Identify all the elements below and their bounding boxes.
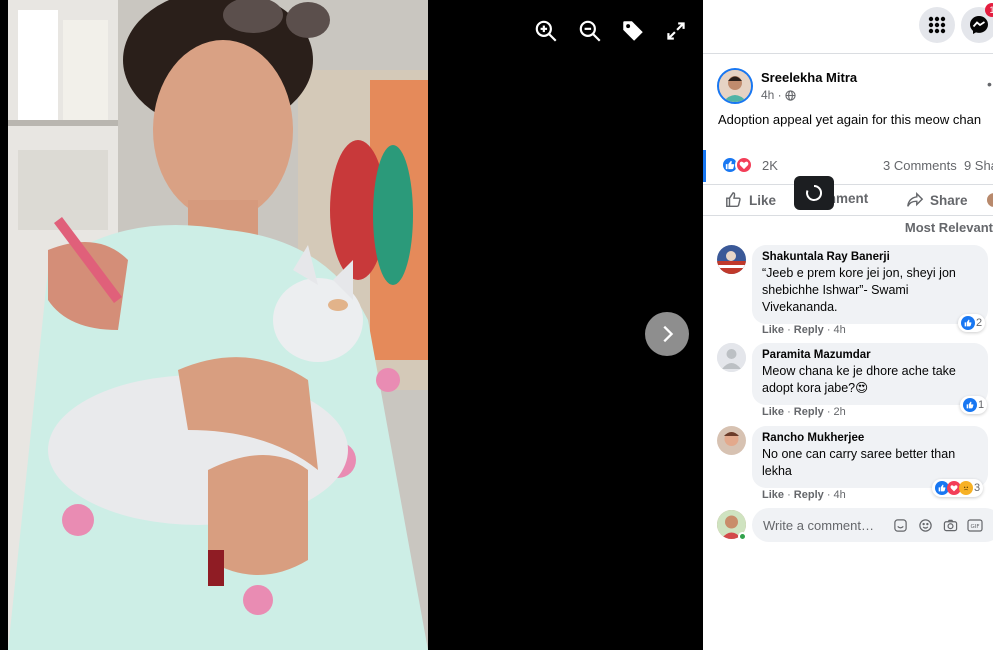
- comment-like-link[interactable]: Like: [762, 406, 784, 418]
- fullscreen-icon[interactable]: [663, 18, 689, 44]
- like-button[interactable]: Like: [725, 191, 776, 209]
- post-stats: 2K 3 Comments 9 Sha: [703, 150, 993, 182]
- sticker-icon[interactable]: [892, 517, 908, 533]
- shares-count[interactable]: 9 Sha: [964, 158, 993, 173]
- love-reaction-icon: [735, 156, 753, 174]
- comment-like-link[interactable]: Like: [762, 489, 784, 501]
- svg-text:GIF: GIF: [970, 524, 979, 530]
- zoom-in-icon[interactable]: [533, 18, 559, 44]
- commenter-avatar[interactable]: [717, 343, 746, 372]
- comment-text: No one can carry saree better than lekha: [762, 447, 956, 478]
- comment-actions: Like · Reply · 4h: [762, 489, 846, 501]
- comment-placeholder: Write a comment…: [763, 518, 875, 533]
- grid-menu-icon[interactable]: [919, 7, 955, 43]
- thumbs-up-icon: [726, 192, 741, 208]
- post-actions: Like Comment Share: [703, 184, 993, 216]
- post-header: Sreelekha Mitra 4h · •: [717, 68, 993, 108]
- comment-bubble: Paramita Mazumdar Meow chana ke je dhore…: [752, 343, 988, 405]
- commenter-name[interactable]: Rancho Mukherjee: [762, 432, 978, 444]
- post-counts: 3 Comments 9 Sha: [883, 158, 993, 173]
- post-meta: 4h ·: [761, 88, 796, 102]
- post-time[interactable]: 4h ·: [761, 88, 782, 102]
- comment-sort-button[interactable]: Most Relevant: [905, 220, 993, 235]
- composer-icons: GIF: [892, 517, 993, 533]
- online-status-dot: [738, 532, 747, 541]
- zoom-out-icon[interactable]: [577, 18, 603, 44]
- comment-composer: Write a comment… GIF: [717, 508, 993, 544]
- comment-reply-link[interactable]: Reply: [794, 406, 824, 418]
- like-reaction-icon: [961, 316, 975, 330]
- emoji-icon[interactable]: [917, 517, 933, 533]
- commenter-name[interactable]: Paramita Mazumdar: [762, 349, 978, 361]
- share-icon: [907, 191, 924, 207]
- globe-icon: [785, 89, 796, 101]
- comment-actions: Like · Reply · 2h: [762, 406, 846, 418]
- comment-reactions[interactable]: 1: [960, 396, 988, 414]
- like-reaction-icon: [963, 398, 977, 412]
- comment-time[interactable]: 4h: [834, 324, 846, 336]
- reaction-count[interactable]: 2K: [762, 158, 778, 173]
- comment-time[interactable]: 2h: [834, 406, 846, 418]
- comment-text: “Jeeb e prem kore jei jon, sheyi jon she…: [762, 266, 956, 314]
- author-avatar[interactable]: [717, 68, 753, 104]
- comment-reactions[interactable]: 2: [958, 314, 986, 332]
- comment-input[interactable]: Write a comment… GIF: [752, 508, 993, 542]
- camera-icon[interactable]: [942, 517, 958, 533]
- post-panel: 1 Sreelekha Mitra 4h · • Adoption appeal…: [703, 0, 993, 650]
- notification-badge: 1: [985, 3, 993, 17]
- photo-viewer: [0, 0, 703, 650]
- commenter-avatar[interactable]: [717, 426, 746, 455]
- author-name[interactable]: Sreelekha Mitra: [761, 70, 857, 85]
- photo-image: [8, 0, 428, 650]
- comment-reactions[interactable]: 3: [932, 479, 984, 497]
- comment-time[interactable]: 4h: [834, 489, 846, 501]
- commenter-avatar[interactable]: [717, 245, 746, 274]
- comment-bubble: Shakuntala Ray Banerji “Jeeb e prem kore…: [752, 245, 988, 324]
- gif-icon[interactable]: GIF: [967, 517, 983, 533]
- post-caption: Adoption appeal yet again for this meow …: [718, 112, 982, 127]
- comment-like-link[interactable]: Like: [762, 324, 784, 336]
- comment-reply-link[interactable]: Reply: [794, 489, 824, 501]
- post-photo[interactable]: [8, 0, 428, 650]
- tag-icon[interactable]: [620, 18, 646, 44]
- share-as-avatar[interactable]: [987, 193, 993, 207]
- chevron-right-icon: [663, 325, 674, 343]
- commenter-name[interactable]: Shakuntala Ray Banerji: [762, 251, 978, 263]
- reaction-icons[interactable]: [721, 156, 753, 174]
- comments-count[interactable]: 3 Comments: [883, 158, 957, 173]
- comment-actions: Like · Reply · 4h: [762, 324, 846, 336]
- loading-spinner-icon: [794, 176, 834, 210]
- sad-reaction-icon: [959, 481, 973, 495]
- comment-text: Meow chana ke je dhore ache take adopt k…: [762, 364, 956, 395]
- more-options-icon[interactable]: •: [987, 76, 992, 92]
- share-button[interactable]: Share: [906, 191, 968, 209]
- top-bar: 1: [703, 0, 993, 54]
- comment-reply-link[interactable]: Reply: [794, 324, 824, 336]
- next-photo-button[interactable]: [645, 312, 689, 356]
